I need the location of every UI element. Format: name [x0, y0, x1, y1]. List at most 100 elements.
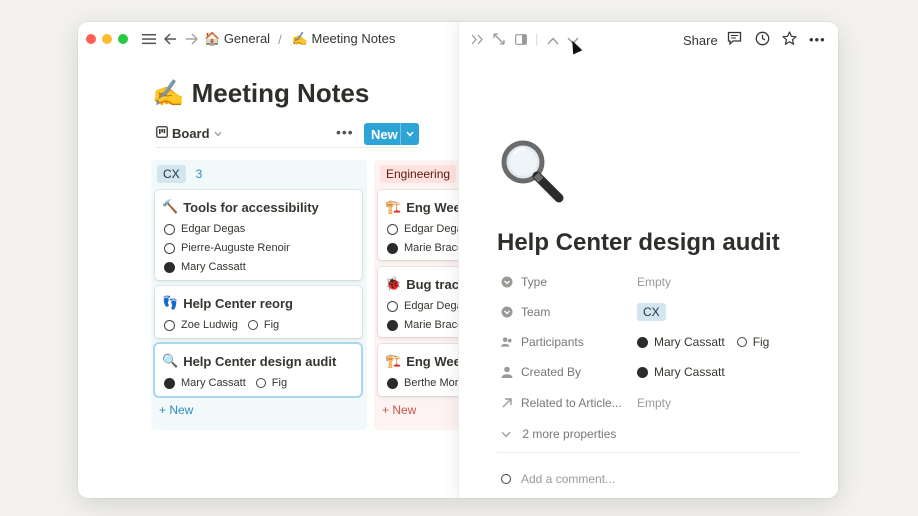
person-name: Edgar Dega [404, 300, 458, 312]
property-label: Participants [521, 335, 584, 349]
property-type[interactable]: Type [501, 275, 547, 289]
document-title[interactable]: Help Center design audit [497, 229, 780, 257]
close-window-button[interactable] [86, 34, 96, 44]
chevron-down-icon[interactable] [400, 123, 419, 145]
avatar [387, 377, 398, 389]
construction-icon: 🏗️ [385, 199, 402, 214]
favorite-star-icon[interactable] [782, 31, 797, 50]
arrow-up-right-icon [501, 397, 513, 409]
person-name: Marie Bracq [404, 319, 458, 331]
zoom-window-button[interactable] [118, 34, 128, 44]
person-name: Mary Cassatt [654, 335, 725, 349]
property-related-value[interactable]: Empty [637, 396, 671, 410]
avatar [164, 242, 175, 254]
expand-icon[interactable] [493, 33, 505, 48]
property-team-value[interactable]: CX [637, 303, 666, 321]
person-name: Pierre-Auguste Renoir [181, 242, 290, 254]
breadcrumb-page-label: Meeting Notes [311, 31, 396, 46]
board-card[interactable]: 🐞 Bug trackin Edgar Dega Marie Bracq [378, 267, 458, 337]
comment-input[interactable]: Add a comment... [501, 472, 615, 486]
card-person: Marie Bracq [387, 319, 458, 331]
property-created-by[interactable]: Created By [501, 365, 581, 379]
footprints-icon: 👣 [162, 295, 179, 310]
select-property-icon [501, 306, 513, 318]
property-label: Type [521, 275, 548, 289]
chevron-up-icon[interactable] [547, 33, 559, 48]
avatar [387, 319, 398, 331]
column-tag[interactable]: CX [157, 165, 186, 183]
card-title: 🏗️ Eng Weekl [385, 353, 458, 369]
column-new-button[interactable]: + New [159, 403, 193, 417]
board-view-icon [156, 126, 168, 141]
comment-placeholder: Add a comment... [521, 472, 616, 486]
select-property-icon [501, 276, 513, 288]
board-card-selected[interactable]: 🔍 Help Center design audit Mary Cassatt … [155, 344, 361, 396]
card-person: Edgar Dega [387, 300, 458, 312]
column-tag[interactable]: Engineering [380, 165, 457, 183]
view-tab-label: Board [172, 126, 210, 141]
board-column-cx: CX 3 🔨 Tools for accessibility Edgar Deg… [151, 160, 367, 430]
column-header: CX 3 [157, 165, 202, 183]
view-more-options-button[interactable]: ••• [336, 124, 354, 140]
writing-hand-icon: ✍️ [152, 78, 185, 108]
property-label: Team [521, 305, 551, 319]
new-item-button[interactable]: New [364, 123, 419, 145]
avatar [736, 337, 747, 347]
forward-arrow-icon[interactable] [185, 33, 198, 45]
more-properties-label: 2 more properties [522, 427, 617, 441]
card-title: 🔍 Help Center design audit [162, 353, 336, 369]
card-title: 🏗️ Eng Weekl [385, 199, 458, 215]
person-name: Fig [752, 335, 770, 349]
property-type-value[interactable]: Empty [637, 275, 671, 289]
share-button[interactable]: Share [683, 33, 718, 48]
magnifying-glass-icon: 🔍 [162, 353, 179, 368]
avatar [387, 242, 398, 254]
peek-toolbar: | Share ••• [459, 22, 838, 60]
card-person: Marie Bracq [387, 242, 458, 254]
card-person: Mary Cassatt [164, 261, 246, 273]
breadcrumb-home-label: General [223, 31, 271, 46]
back-arrow-icon[interactable] [164, 33, 177, 45]
magnifying-glass-icon[interactable] [497, 136, 567, 206]
breadcrumb-home[interactable]: 🏠 General [204, 31, 270, 47]
property-participants[interactable]: Participants [501, 335, 584, 349]
person-name: Zoe Ludwig [181, 319, 238, 331]
bug-icon: 🐞 [385, 276, 402, 291]
board-column-engineering: Engineering 🏗️ Eng Weekl Edgar Dega Mari… [374, 160, 458, 430]
breadcrumb-page[interactable]: ✍️ Meeting Notes [292, 31, 396, 47]
divider [497, 452, 801, 453]
card-person: Berthe Mori [387, 377, 458, 389]
avatar [164, 377, 175, 389]
breadcrumb-separator: / [278, 31, 282, 47]
person-name: Mary Cassatt [181, 261, 246, 273]
board-card[interactable]: 🔨 Tools for accessibility Edgar Degas Pi… [155, 190, 362, 280]
property-participants-value[interactable]: Mary Cassatt Fig [637, 335, 769, 349]
person-name: Marie Bracq [404, 242, 458, 254]
avatar [637, 366, 648, 378]
column-new-button[interactable]: + New [382, 403, 416, 417]
history-clock-icon[interactable] [755, 31, 770, 50]
close-peek-icon[interactable] [471, 33, 484, 48]
board-card[interactable]: 🏗️ Eng Weekl Berthe Mori [378, 344, 458, 396]
board-card[interactable]: 👣 Help Center reorg Zoe Ludwig Fig [155, 286, 362, 338]
property-related[interactable]: Related to Article... [501, 396, 622, 410]
minimize-window-button[interactable] [102, 34, 112, 44]
peek-mode-icon[interactable] [515, 33, 527, 48]
page-title-text: Meeting Notes [191, 78, 370, 108]
avatar [164, 261, 175, 273]
more-options-button[interactable]: ••• [809, 32, 826, 47]
card-person: Pierre-Auguste Renoir [164, 242, 290, 254]
page-title: ✍️ Meeting Notes [152, 78, 369, 109]
side-peek-pane: | Share ••• Help Center design audit Typ… [458, 22, 838, 498]
comments-icon[interactable] [727, 31, 742, 49]
hamburger-menu-icon[interactable] [142, 33, 156, 45]
card-title-text: Eng Weekl [406, 353, 458, 369]
property-team[interactable]: Team [501, 305, 550, 319]
chevron-down-icon [214, 129, 222, 139]
board-card[interactable]: 🏗️ Eng Weekl Edgar Dega Marie Bracq [378, 190, 458, 260]
card-title-text: Help Center reorg [183, 295, 293, 311]
more-properties-toggle[interactable]: 2 more properties [501, 427, 616, 441]
person-name: Edgar Degas [181, 223, 246, 235]
people-icon [501, 336, 513, 348]
view-tab-board[interactable]: Board [156, 126, 222, 141]
